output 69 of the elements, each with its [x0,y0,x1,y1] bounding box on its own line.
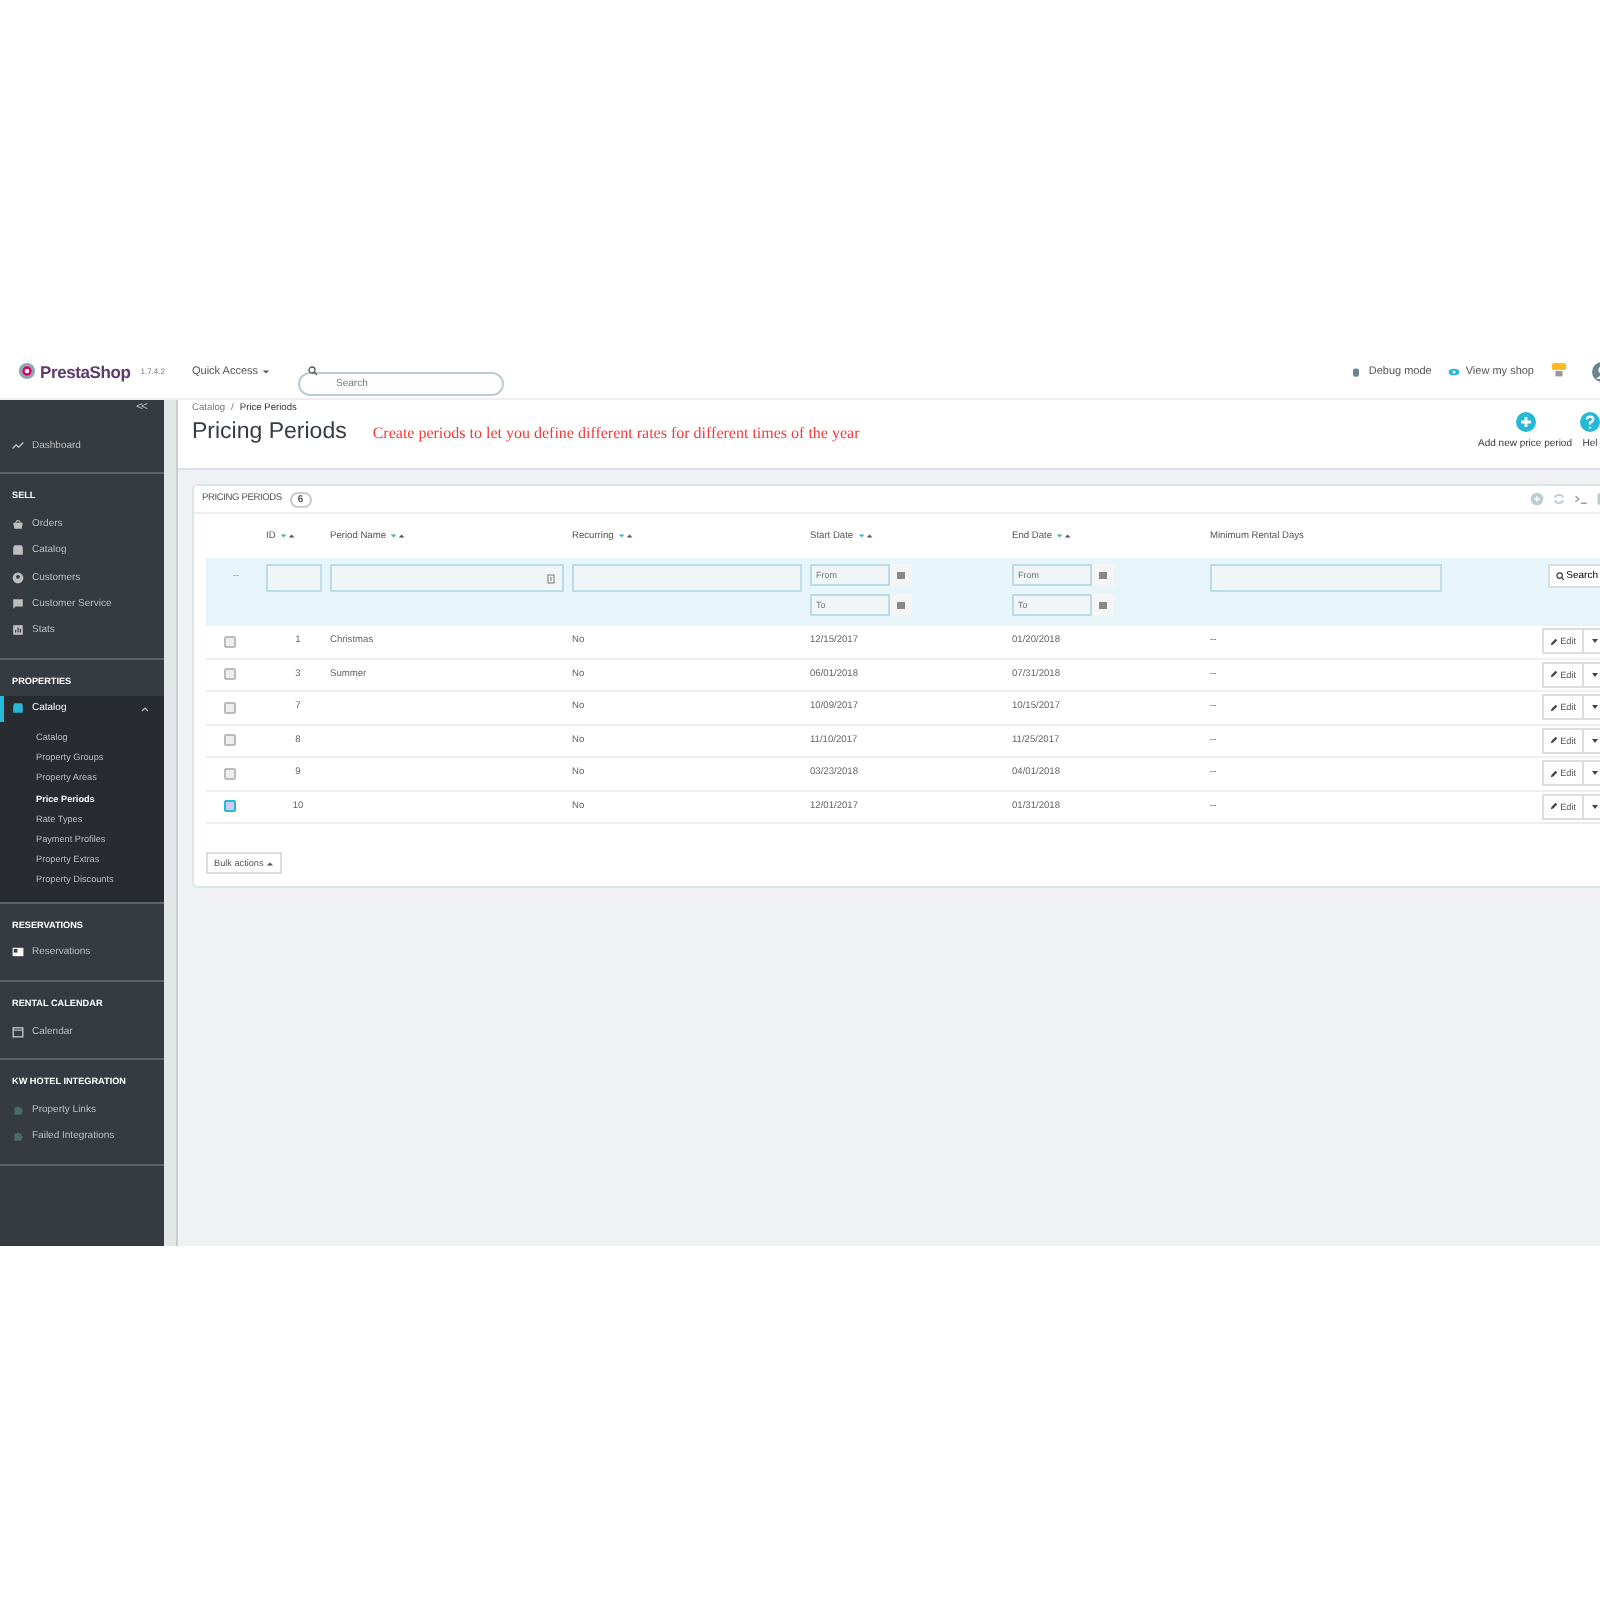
sort-arrows-icon[interactable] [279,532,296,540]
store-icon [12,702,24,715]
chevron-up-icon [140,703,150,714]
calendar-button[interactable] [1092,594,1114,616]
eye-icon [1447,365,1460,377]
caret-icon [265,859,274,867]
pencil-icon [1550,736,1559,745]
caret-icon [1590,735,1600,746]
calendar-icon [12,1025,24,1038]
card-icon [12,946,24,959]
scrollbar[interactable] [164,400,178,1246]
row-menu-toggle[interactable] [1582,762,1600,785]
calendar-icon [1098,570,1108,580]
sort-arrows-icon[interactable] [857,532,874,540]
caret-icon [262,367,271,375]
caret-icon [1590,669,1600,680]
page-title: Pricing Periods [192,420,347,444]
chat-icon [12,597,24,610]
caret-icon [1590,702,1600,713]
row-checkbox[interactable] [224,668,236,681]
calendar-icon [896,600,906,610]
row-menu-toggle[interactable] [1582,729,1600,752]
row-checkbox[interactable] [224,635,236,648]
person-icon [12,571,24,584]
row-menu-toggle[interactable] [1582,795,1600,818]
pencil-icon [1550,637,1559,646]
row-checkbox[interactable] [224,734,236,747]
plus-circle-icon [1515,412,1535,432]
calendar-icon [896,570,906,580]
basket-icon [12,517,24,530]
pencil-icon [1550,703,1559,712]
row-menu-toggle[interactable] [1582,630,1600,653]
caret-icon [1590,636,1600,647]
calendar-icon [1098,600,1108,610]
search-icon [1555,571,1565,581]
logo-icon [18,362,36,380]
calendar-button[interactable] [1092,564,1114,586]
puzzle-icon [12,1130,24,1143]
calendar-button[interactable] [890,564,912,586]
row-checkbox[interactable] [224,767,236,780]
pencil-icon [1550,670,1559,679]
caret-icon [1590,768,1600,779]
refresh-icon[interactable] [1552,492,1566,506]
row-checkbox[interactable] [224,800,236,813]
filter-field[interactable] [572,564,802,592]
page-description: Create periods to let you define different rates for different times of the year [372,424,860,442]
sort-arrows-icon[interactable] [1056,532,1073,540]
chart-icon [12,624,24,637]
caret-icon [1590,801,1600,812]
store-icon [12,544,24,557]
add-circle-icon[interactable] [1530,492,1544,506]
trend-icon [12,439,24,452]
sort-arrows-icon[interactable] [617,532,634,540]
logo-text: PrestaShop [40,361,131,381]
calendar-button[interactable] [890,594,912,616]
pencil-icon [1550,769,1559,778]
filter-field[interactable] [330,564,564,592]
pencil-icon [1550,802,1559,811]
row-menu-toggle[interactable] [1582,696,1600,719]
filter-field[interactable] [1210,564,1442,592]
row-checkbox[interactable] [224,701,236,714]
search-icon [308,366,319,376]
filter-field[interactable] [266,564,322,592]
sort-arrows-icon[interactable] [390,532,406,540]
terminal-icon[interactable] [1574,492,1588,506]
field-icon [546,573,556,583]
row-menu-toggle[interactable] [1582,663,1600,686]
notification-icon[interactable] [1550,362,1568,380]
puzzle-icon [12,1103,24,1116]
